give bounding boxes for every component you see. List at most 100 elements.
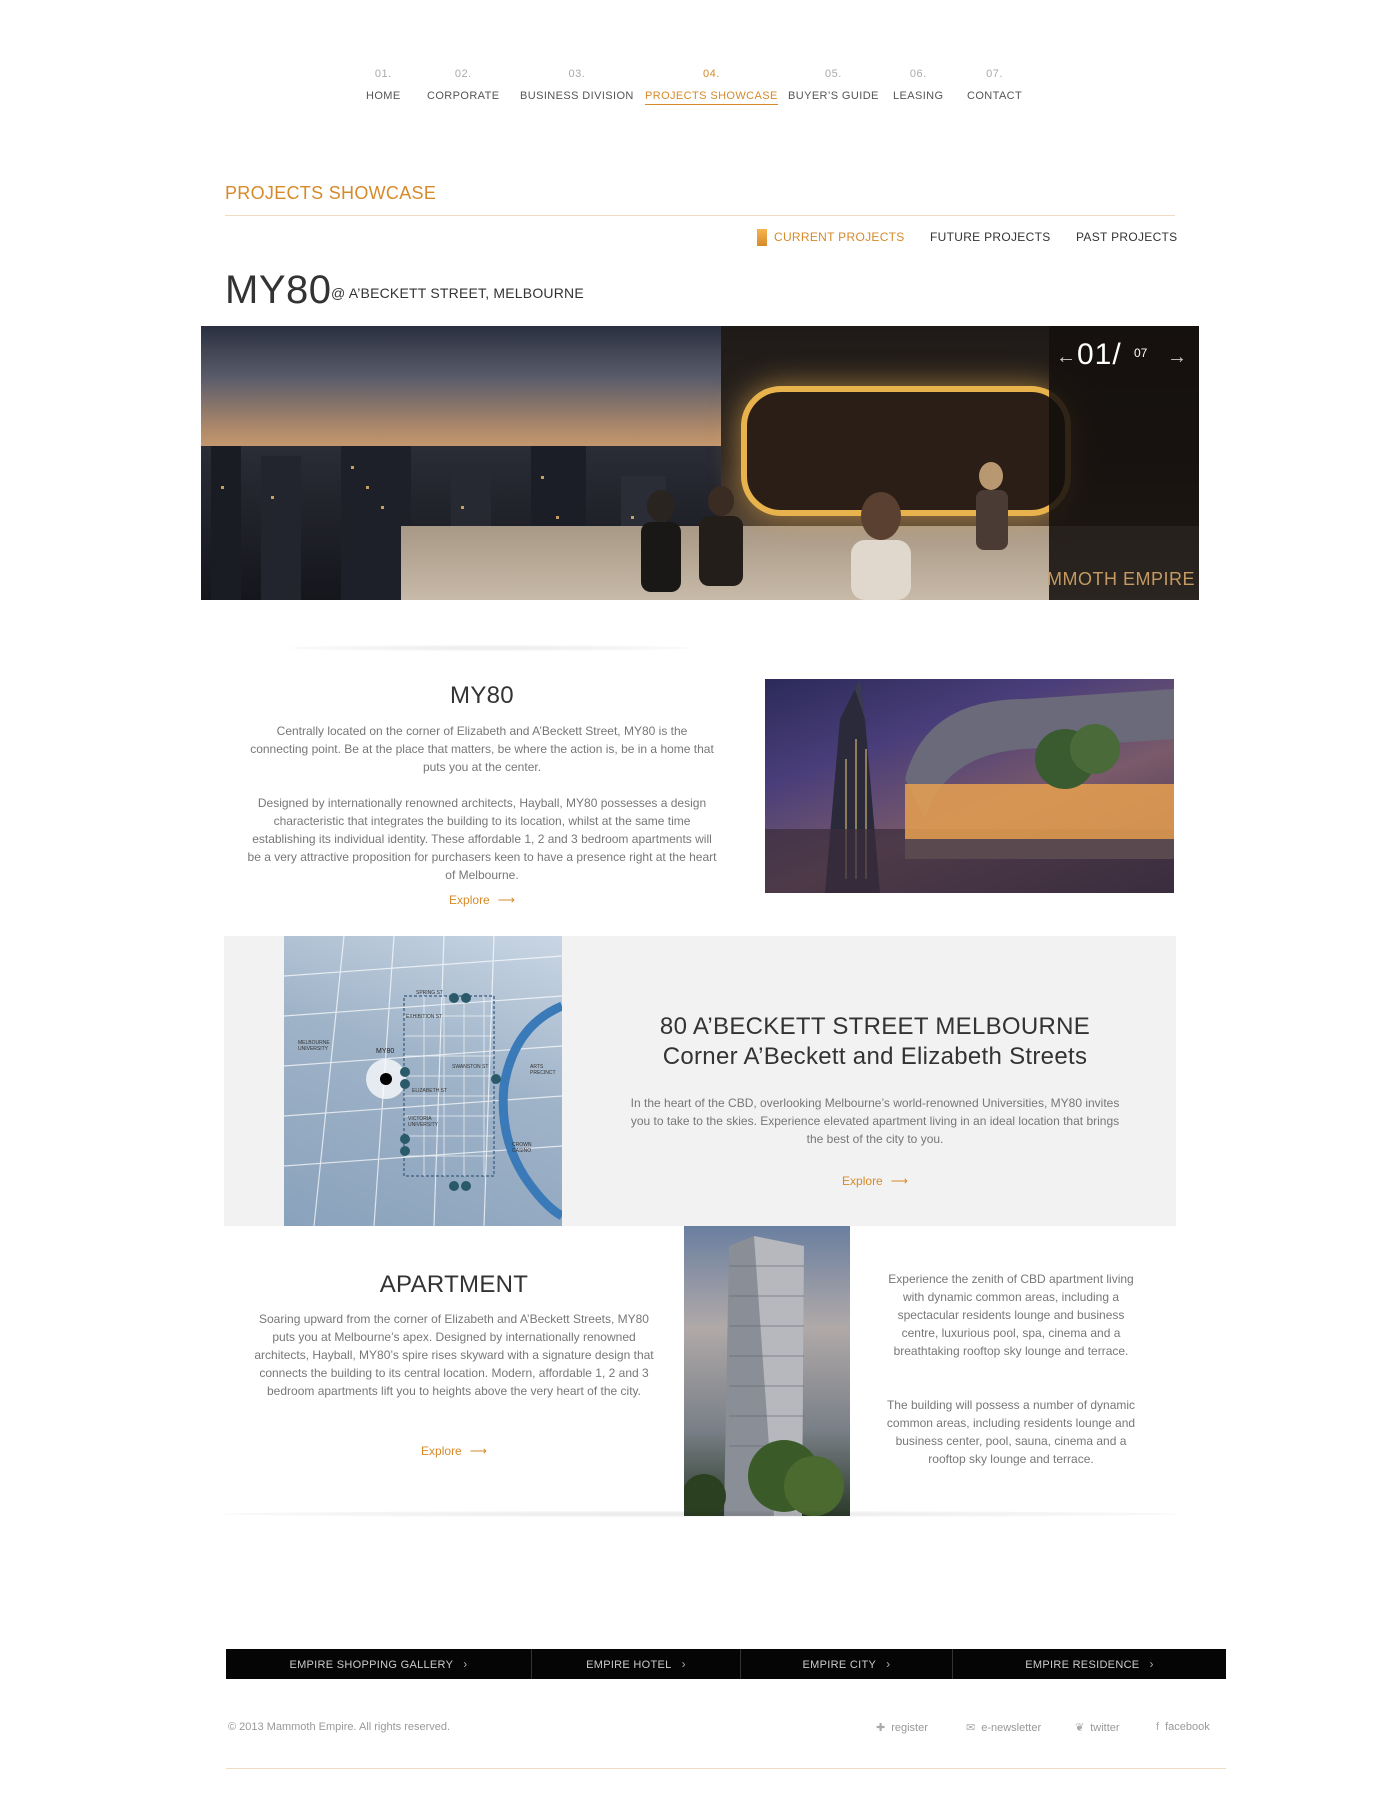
explore-label: Explore [449,893,490,907]
tab-label: FUTURE PROJECTS [930,230,1051,244]
footer-link-label: EMPIRE CITY [802,1659,877,1671]
twitter-icon: ❦ [1075,1722,1085,1734]
arrow-right-icon: ⟶ [890,1174,908,1188]
hero-sky-image [201,326,761,456]
location-paragraph: In the heart of the CBD, overlooking Mel… [630,1096,1120,1146]
arrow-right-icon: ⟶ [497,893,515,907]
chevron-right-icon: › [463,1657,468,1671]
map-place-label: MELBOURNE UNIVERSITY [298,1040,330,1052]
register-link[interactable]: ✚ register [876,1721,928,1734]
nav-label: CORPORATE [427,90,500,102]
block-title-my80: MY80 [450,682,514,709]
footer-link-label: EMPIRE HOTEL [586,1659,672,1671]
nav-item-business-division[interactable]: 03. BUSINESS DIVISION [520,68,634,102]
nav-item-home[interactable]: 01. HOME [366,68,401,102]
explore-link[interactable]: Explore ⟶ [246,893,718,907]
nav-number: 01. [374,68,392,80]
explore-link[interactable]: Explore ⟶ [354,1444,554,1458]
map-place-label: CROWN CASINO [512,1142,532,1154]
footer-divider [226,1768,1226,1769]
project-location: @ A’BECKETT STREET, MELBOURNE [331,285,584,301]
chevron-right-icon: › [1149,1657,1154,1671]
section-title: PROJECTS SHOWCASE [225,183,437,203]
location-map[interactable]: MY80 ELIZABETH ST SWANSTON ST EXHIBITION… [284,936,562,1226]
footer-link-shopping-gallery[interactable]: EMPIRE SHOPPING GALLERY › [226,1649,532,1679]
social-label: facebook [1165,1721,1210,1733]
slider-prev-arrow[interactable]: ← [1056,346,1076,369]
project-name: MY80 [225,268,332,312]
map-marker-label: MY80 [376,1048,395,1055]
nav-number: 04. [702,68,720,80]
map-place-label: VICTORIA UNIVERSITY [408,1116,439,1128]
map-place-label: ARTS PRECINCT [530,1064,556,1076]
hero-people-graphic [641,462,1008,600]
explore-label: Explore [421,1444,462,1458]
footer-link-city[interactable]: EMPIRE CITY › [741,1649,953,1679]
social-label: twitter [1090,1722,1120,1734]
tower-graphic [684,1236,844,1516]
nav-number: 07. [986,68,1003,80]
building-terrace-graphic [765,679,1174,893]
nav-label: BUYER’S GUIDE [788,90,879,102]
amenities-paragraph: Experience the zenith of CBD apartment l… [888,1272,1134,1358]
nav-number: 05. [824,68,842,80]
map-street-label: SWANSTON ST [452,1064,489,1070]
tab-past-projects[interactable]: PAST PROJECTS [1076,230,1177,244]
facebook-icon: f [1156,1721,1160,1733]
map-street-label: SPRING ST [416,990,443,996]
street-map-graphic [284,936,562,1226]
newsletter-link[interactable]: ✉ e-newsletter [966,1721,1041,1734]
active-tab-marker [757,229,767,246]
social-label: e-newsletter [981,1722,1042,1734]
chevron-right-icon: › [886,1657,891,1671]
nav-label: CONTACT [967,90,1023,102]
apartment-paragraph: Soaring upward from the corner of Elizab… [254,1312,654,1398]
arrow-right-icon: ⟶ [469,1444,487,1458]
block-paragraph: Designed by internationally renowned arc… [247,796,717,882]
nav-label: PROJECTS SHOWCASE [645,90,778,105]
tab-future-projects[interactable]: FUTURE PROJECTS [930,230,1051,244]
section-divider [225,215,1175,216]
nav-label: BUSINESS DIVISION [520,90,634,102]
twitter-link[interactable]: ❦ twitter [1075,1721,1120,1734]
map-street-label: ELIZABETH ST [412,1088,448,1094]
nav-item-corporate[interactable]: 02. CORPORATE [427,68,499,102]
facebook-link[interactable]: f facebook [1156,1721,1210,1733]
slider-next-arrow[interactable]: → [1167,346,1187,369]
map-street-label: EXHIBITION ST [406,1014,443,1020]
tower-image [684,1226,850,1516]
nav-item-buyers-guide[interactable]: 05. BUYER’S GUIDE [788,68,879,102]
footer-link-hotel[interactable]: EMPIRE HOTEL › [532,1649,741,1679]
separator-shadow [224,1511,1176,1517]
building-terrace-image [765,679,1174,893]
nav-number: 03. [568,68,586,80]
nav-item-contact[interactable]: 07. CONTACT [967,68,1022,102]
explore-link[interactable]: Explore ⟶ [775,1174,975,1188]
slide-current: 01/ [1077,338,1122,371]
footer-link-label: EMPIRE RESIDENCE [1025,1659,1140,1671]
footer-link-residence[interactable]: EMPIRE RESIDENCE › [953,1649,1226,1679]
block-title-apartment: APARTMENT [379,1271,529,1298]
footer-link-bar: EMPIRE SHOPPING GALLERY › EMPIRE HOTEL › E… [226,1649,1226,1679]
location-subtitle: Corner A’Beckett and Elizabeth Streets [662,1043,1088,1070]
hero-slider[interactable]: ← 01/ 07 → MMOTH EMPIRE [201,326,1199,600]
nav-item-leasing[interactable]: 06. LEASING [893,68,944,102]
nav-label: LEASING [893,90,944,102]
copyright-text: © 2013 Mammoth Empire. All rights reserv… [228,1721,451,1733]
tab-label: CURRENT PROJECTS [774,230,905,244]
amenities-paragraph: The building will possess a number of dy… [886,1398,1136,1466]
nav-number: 06. [909,68,927,80]
slide-total: 07 [1134,346,1148,360]
separator-shadow [290,645,690,651]
tab-label: PAST PROJECTS [1076,230,1178,244]
hero-brand-watermark: MMOTH EMPIRE [1047,569,1195,589]
nav-item-projects-showcase[interactable]: 04. PROJECTS SHOWCASE [645,68,778,105]
nav-label: HOME [366,90,401,102]
explore-label: Explore [842,1174,883,1188]
chevron-right-icon: › [681,1657,686,1671]
envelope-icon: ✉ [966,1722,976,1734]
social-label: register [891,1722,928,1734]
location-title: 80 A’BECKETT STREET MELBOURNE [659,1013,1091,1040]
tab-current-projects[interactable]: CURRENT PROJECTS [757,229,905,246]
nav-number: 02. [454,68,472,80]
